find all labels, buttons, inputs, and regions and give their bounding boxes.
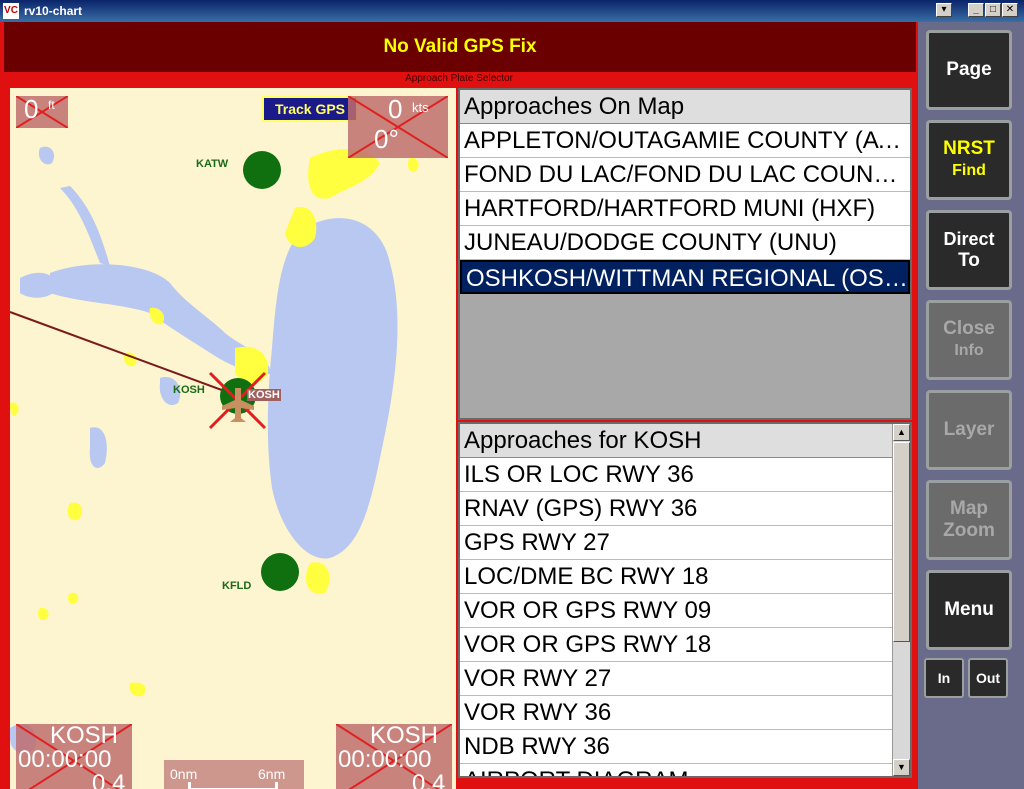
map-scale: 0nm 6nm bbox=[164, 760, 304, 789]
speed-value: 0 bbox=[388, 96, 403, 124]
urban-small-8 bbox=[67, 592, 79, 604]
airport-kfld-marker bbox=[261, 553, 299, 591]
airport-list-item-selected[interactable]: OSHKOSH/WITTMAN REGIONAL (OSH) bbox=[460, 260, 910, 294]
track-gps-button[interactable]: Track GPS bbox=[262, 96, 358, 122]
altitude-readout: 0 ft bbox=[16, 96, 68, 128]
minimize-icon[interactable]: _ bbox=[968, 3, 984, 17]
app-icon: VC bbox=[3, 3, 19, 19]
zoom-out-button[interactable]: Out bbox=[968, 658, 1008, 698]
window-title: rv10-chart bbox=[24, 4, 83, 18]
map-zoom-button[interactable]: Map Zoom bbox=[926, 480, 1012, 560]
close-icon[interactable]: ✕ bbox=[1002, 3, 1018, 17]
urban-small-4 bbox=[129, 682, 146, 697]
pond-north bbox=[38, 146, 55, 165]
gps-status-banner: No Valid GPS Fix bbox=[4, 22, 916, 72]
waypoint-info-right: KOSH 00:00:00 0.4 bbox=[336, 724, 452, 789]
zoom-in-button[interactable]: In bbox=[924, 658, 964, 698]
scale-end: 6nm bbox=[258, 766, 286, 782]
approach-plate-selector-label: Approach Plate Selector bbox=[405, 73, 513, 84]
scale-start: 0nm bbox=[170, 766, 198, 782]
altitude-unit: ft bbox=[48, 98, 55, 112]
softkey-sidebar: Page NRST Find Direct To Close Info Laye… bbox=[918, 22, 1024, 789]
approaches-for-header: Approaches for KOSH bbox=[460, 424, 892, 458]
approach-list-item[interactable]: GPS RWY 27 bbox=[460, 526, 892, 560]
window-menu-icon[interactable]: ▾ bbox=[936, 3, 952, 17]
urban-oshkosh bbox=[235, 346, 269, 384]
airport-kfld-label: KFLD bbox=[222, 580, 252, 592]
urban-small-3 bbox=[67, 502, 83, 521]
direct-to-button[interactable]: Direct To bbox=[926, 210, 1012, 290]
speed-unit: kts bbox=[412, 100, 429, 115]
approaches-on-map-list: Approaches On Map APPLETON/OUTAGAMIE COU… bbox=[458, 88, 912, 420]
heading-value: 0° bbox=[374, 124, 399, 154]
airport-katw-marker bbox=[243, 151, 281, 189]
urban-small-5 bbox=[407, 157, 419, 173]
airport-list-item[interactable]: APPLETON/OUTAGAMIE COUNTY (ATW) bbox=[460, 124, 910, 158]
altitude-value: 0 bbox=[24, 96, 39, 124]
airport-list-item[interactable]: FOND DU LAC/FOND DU LAC COUNTY (FLD) bbox=[460, 158, 910, 192]
approach-list-item[interactable]: VOR RWY 27 bbox=[460, 662, 892, 696]
approach-list-body: Approaches for KOSH ILS OR LOC RWY 36 RN… bbox=[460, 424, 892, 776]
waypoint-right-distance: 0.4 bbox=[412, 770, 446, 789]
close-info-button[interactable]: Close Info bbox=[926, 300, 1012, 380]
speed-heading-readout: 0 kts 0° bbox=[348, 96, 448, 158]
approach-list-item[interactable]: AIRPORT DIAGRAM bbox=[460, 764, 892, 776]
scroll-down-icon[interactable]: ▼ bbox=[893, 759, 910, 776]
urban-neenah bbox=[285, 207, 317, 248]
moving-map[interactable]: KATW KOSH KFLD KOSH Track GPS 0 ft 0 kts… bbox=[10, 88, 456, 789]
airport-list-item[interactable]: JUNEAU/DODGE COUNTY (UNU) bbox=[460, 226, 910, 260]
scroll-up-icon[interactable]: ▲ bbox=[893, 424, 910, 441]
urban-small-6 bbox=[10, 402, 19, 416]
target-label: KOSH bbox=[247, 389, 281, 401]
layer-button[interactable]: Layer bbox=[926, 390, 1012, 470]
approach-list-item[interactable]: VOR OR GPS RWY 18 bbox=[460, 628, 892, 662]
airport-list-item[interactable]: HARTFORD/HARTFORD MUNI (HXF) bbox=[460, 192, 910, 226]
approach-list-item[interactable]: RNAV (GPS) RWY 36 bbox=[460, 492, 892, 526]
airport-kosh-label: KOSH bbox=[173, 384, 205, 396]
approach-list-item[interactable]: NDB RWY 36 bbox=[460, 730, 892, 764]
main-frame: No Valid GPS Fix Approach Plate Selector bbox=[0, 22, 918, 789]
urban-small-7 bbox=[37, 607, 49, 621]
urban-fonddulac bbox=[305, 562, 330, 594]
maximize-icon[interactable]: □ bbox=[985, 3, 1001, 17]
river-fox-north bbox=[60, 186, 110, 266]
menu-button[interactable]: Menu bbox=[926, 570, 1012, 650]
airport-katw-label: KATW bbox=[196, 158, 229, 170]
waypoint-left-distance: 0.4 bbox=[92, 770, 126, 789]
window-title-bar: VC rv10-chart ▾ _ □ ✕ bbox=[0, 0, 1024, 22]
approach-list-item[interactable]: VOR RWY 36 bbox=[460, 696, 892, 730]
approach-list-scrollbar[interactable]: ▲ ▼ bbox=[892, 424, 910, 776]
scroll-thumb[interactable] bbox=[893, 442, 910, 642]
lake-winnebago bbox=[267, 218, 398, 559]
map-canvas bbox=[10, 146, 419, 754]
approach-list-item[interactable]: LOC/DME BC RWY 18 bbox=[460, 560, 892, 594]
approach-list-item[interactable]: VOR OR GPS RWY 09 bbox=[460, 594, 892, 628]
nrst-find-button[interactable]: NRST Find bbox=[926, 120, 1012, 200]
approaches-on-map-header: Approaches On Map bbox=[460, 90, 910, 124]
approaches-for-airport-list: Approaches for KOSH ILS OR LOC RWY 36 RN… bbox=[458, 422, 912, 778]
page-button[interactable]: Page bbox=[926, 30, 1012, 110]
waypoint-info-left: KOSH 00:00:00 0.4 bbox=[16, 724, 132, 789]
lake-south-1 bbox=[89, 427, 107, 468]
approach-list-item[interactable]: ILS OR LOC RWY 36 bbox=[460, 458, 892, 492]
